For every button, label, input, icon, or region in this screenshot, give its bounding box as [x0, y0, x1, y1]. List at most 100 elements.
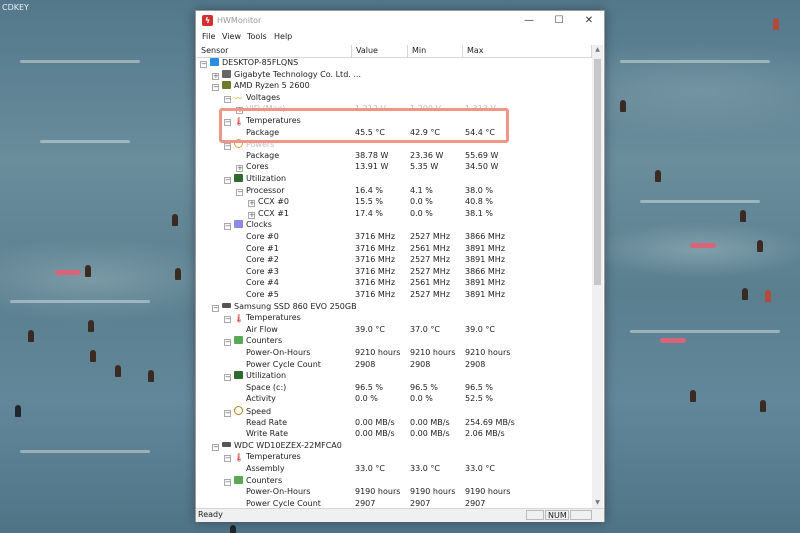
collapse-icon[interactable]: − [224, 177, 231, 184]
collapse-icon[interactable]: − [200, 61, 207, 68]
tree-row[interactable]: − Samsung SSD 860 EVO 250GB [197, 302, 592, 314]
tree-row[interactable]: − Counters [197, 336, 592, 348]
collapse-icon[interactable]: − [212, 443, 219, 451]
tree-row[interactable]: Core #2 3716 MHz 2527 MHz 3891 MHz [197, 255, 592, 267]
value-cell: 2908 [355, 359, 376, 369]
title-bar[interactable]: ϟ HWMonitor — ☐ ✕ [196, 11, 604, 31]
tree-row[interactable]: Core #5 3716 MHz 2527 MHz 3891 MHz [197, 290, 592, 302]
wave [20, 60, 140, 63]
sensor-label: Power-On-Hours [246, 348, 311, 357]
tree-row[interactable]: + CCX #0 15.5 % 0.0 % 40.8 % [197, 197, 592, 209]
tree-row[interactable]: Power Cycle Count 2908 2908 2908 [197, 360, 592, 372]
wave [620, 60, 770, 63]
min-cell: 2527 MHz [410, 232, 451, 241]
wave [10, 300, 150, 303]
collapse-icon[interactable]: − [224, 374, 231, 382]
tree-row[interactable]: + CCX #1 17.4 % 0.0 % 38.1 % [197, 209, 592, 221]
tree-row[interactable]: − 🌡 Temperatures [197, 313, 592, 325]
tree-row[interactable]: Core #4 3716 MHz 2561 MHz 3891 MHz [197, 278, 592, 290]
tree-row[interactable]: − DESKTOP-85FLQNS [197, 58, 592, 70]
tree-row[interactable]: − Counters [197, 475, 592, 488]
pc-icon [210, 58, 219, 66]
value-cell: 0.00 MB/s [355, 417, 395, 427]
menu-file[interactable]: File [202, 32, 215, 41]
wave [20, 450, 150, 453]
tree-row[interactable]: − 🌡 Temperatures [197, 452, 592, 464]
tree-row[interactable]: Activity 0.0 % 0.0 % 52.5 % [197, 394, 592, 406]
swimmer [88, 320, 94, 332]
menu-help[interactable]: Help [274, 32, 292, 41]
scroll-up-arrow-icon[interactable]: ▲ [592, 45, 603, 55]
tree-row[interactable]: + Cores 13.91 W 5.35 W 34.50 W [197, 162, 592, 174]
sensor-label: Core #1 [246, 243, 279, 253]
scroll-down-arrow-icon[interactable]: ▼ [592, 498, 603, 508]
scroll-thumb[interactable] [594, 59, 601, 285]
collapse-icon[interactable]: − [224, 223, 231, 231]
expand-icon[interactable]: + [248, 211, 255, 219]
column-max[interactable]: Max [463, 45, 592, 57]
max-cell: 3891 MHz [465, 243, 506, 253]
tree-row[interactable]: − Processor 16.4 % 4.1 % 38.0 % [197, 186, 592, 198]
sensor-label: CCX #1 [258, 208, 289, 218]
sensor-cell: Assembly [236, 464, 285, 473]
tree-row[interactable]: Power-On-Hours 9190 hours 9190 hours 9190 h… [197, 487, 592, 499]
menu-tools[interactable]: Tools [247, 32, 267, 41]
tree-row[interactable]: − 〰 Voltages [197, 93, 592, 105]
tree-row[interactable]: − AMD Ryzen 5 2600 [197, 81, 592, 93]
collapse-icon[interactable]: − [212, 304, 219, 312]
tree-row[interactable]: + Gigabyte Technology Co. Ltd. ... [197, 69, 592, 82]
collapse-icon[interactable]: − [224, 339, 231, 347]
sensor-label: Clocks [246, 220, 272, 230]
expand-icon[interactable]: + [212, 72, 219, 80]
collapse-icon[interactable]: − [224, 455, 231, 463]
expand-icon[interactable]: + [236, 165, 243, 173]
tree-row[interactable]: − WDC WD10EZEX-22MFCA0 [197, 441, 592, 453]
sensor-label: Assembly [246, 464, 285, 473]
collapse-icon[interactable]: − [224, 143, 231, 151]
cpu-icon [222, 81, 231, 90]
sensor-cell: + Cores [236, 162, 269, 173]
status-text: Ready [198, 510, 223, 519]
collapse-icon[interactable]: − [224, 478, 231, 486]
tree-row[interactable]: Power Cycle Count 2907 2907 2907 [197, 499, 592, 508]
close-button[interactable]: ✕ [574, 11, 604, 31]
min-cell: 2561 MHz [410, 278, 451, 288]
sensor-cell: Space (c:) [236, 383, 286, 392]
temp-icon: 🌡 [234, 314, 245, 324]
tree-row[interactable]: − Speed [197, 406, 592, 418]
tree-row[interactable]: Package 38.78 W 23.36 W 55.69 W [197, 151, 592, 163]
tree-row[interactable]: Air Flow 39.0 °C 37.0 °C 39.0 °C [197, 325, 592, 337]
value-cell: 38.78 W [355, 150, 389, 160]
collapse-icon[interactable]: − [224, 95, 231, 103]
tree-row[interactable]: Core #1 3716 MHz 2561 MHz 3891 MHz [197, 244, 592, 256]
collapse-icon[interactable]: − [212, 84, 219, 92]
column-value[interactable]: Value [352, 45, 408, 57]
sensor-label: Cores [246, 162, 269, 172]
tree-row[interactable]: Core #0 3716 MHz 2527 MHz 3866 MHz [197, 232, 592, 244]
menu-view[interactable]: View [222, 32, 241, 41]
minimize-button[interactable]: — [514, 11, 544, 31]
tree-row[interactable]: Write Rate 0.00 MB/s 0.00 MB/s 2.06 MB/s [197, 429, 592, 441]
vertical-scrollbar[interactable]: ▲ ▼ [592, 45, 603, 508]
collapse-icon[interactable]: − [224, 316, 231, 324]
column-min[interactable]: Min [408, 45, 463, 57]
sensor-cell: Air Flow [236, 325, 278, 334]
tree-row[interactable]: Power-On-Hours 9210 hours 9210 hours 9210 h… [197, 348, 592, 360]
tree-row[interactable]: − Utilization [197, 174, 592, 186]
sensor-cell: − Speed [224, 406, 271, 417]
sensor-label: Temperatures [246, 452, 301, 462]
expand-icon[interactable]: + [248, 200, 255, 208]
column-sensor[interactable]: Sensor [197, 45, 352, 57]
tree-row[interactable]: Read Rate 0.00 MB/s 0.00 MB/s 254.69 MB/s [197, 418, 592, 430]
tree-row[interactable]: Space (c:) 96.5 % 96.5 % 96.5 % [197, 383, 592, 395]
tree-row[interactable]: − Clocks [197, 220, 592, 232]
collapse-icon[interactable]: − [224, 410, 231, 417]
tree-row[interactable]: Core #3 3716 MHz 2527 MHz 3866 MHz [197, 267, 592, 279]
collapse-icon[interactable]: − [236, 188, 243, 196]
tree-row[interactable]: Assembly 33.0 °C 33.0 °C 33.0 °C [197, 464, 592, 476]
tree-row[interactable]: − Utilization [197, 371, 592, 383]
swimmer [172, 214, 178, 226]
status-bar: Ready NUM [196, 508, 604, 522]
maximize-button[interactable]: ☐ [544, 11, 574, 31]
status-panel-blank [526, 510, 544, 520]
